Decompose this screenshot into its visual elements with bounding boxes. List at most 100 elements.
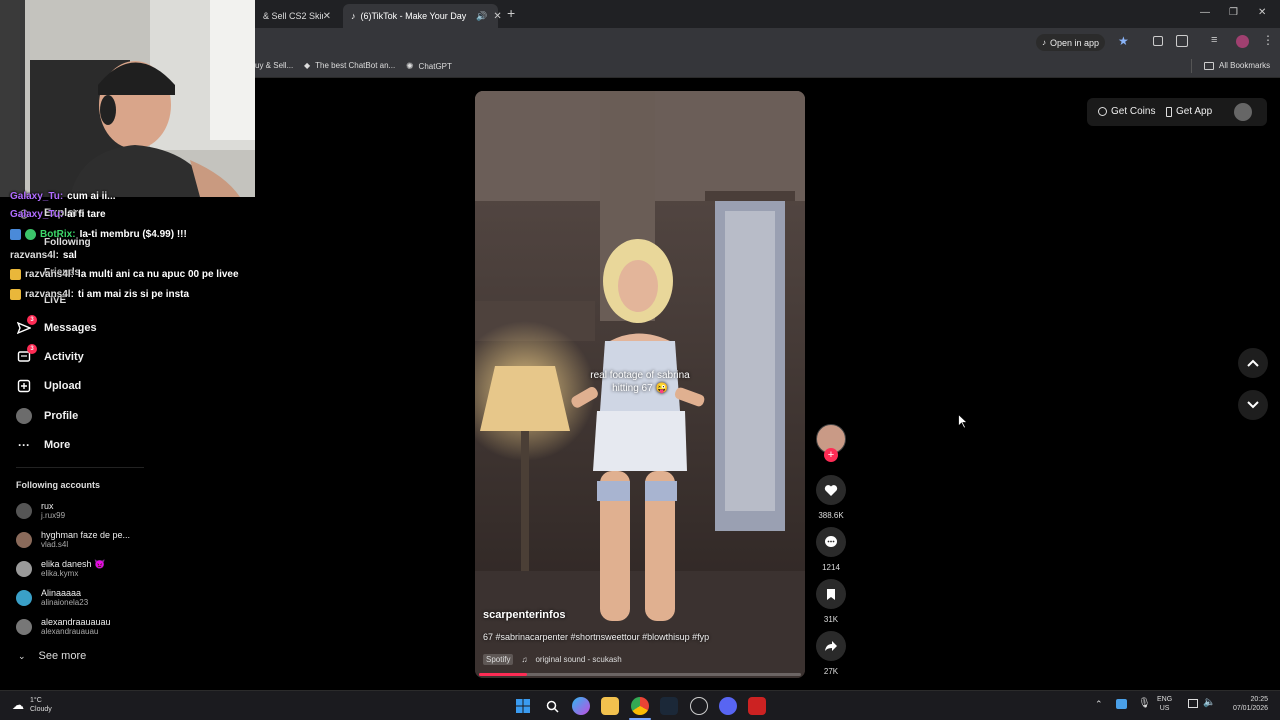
microphone-icon[interactable]: 🎙 <box>1138 698 1151 709</box>
coin-icon <box>1098 107 1107 116</box>
video-progress-bar[interactable] <box>479 673 801 676</box>
sidebar-item-profile[interactable]: Profile <box>16 408 78 424</box>
weather-widget[interactable]: ☁ 1°C Cloudy <box>12 696 52 714</box>
restore-icon[interactable]: ❐ <box>1229 7 1238 18</box>
chrome-icon[interactable] <box>631 697 649 715</box>
close-window-icon[interactable]: ✕ <box>1258 7 1266 18</box>
avatar-icon <box>16 408 32 424</box>
tab-cs2-skins[interactable]: & Sell CS2 Skins c ✕ <box>255 4 339 28</box>
following-account[interactable]: Alinaaaaa alinaionela23 <box>16 588 88 607</box>
shield-app-icon[interactable] <box>748 697 766 715</box>
folder-icon <box>1204 61 1214 70</box>
following-account[interactable]: alexandraauauau alexandrauauau <box>16 617 111 636</box>
previous-video-button[interactable] <box>1238 348 1268 378</box>
account-handle: j.rux99 <box>41 511 66 520</box>
language-indicator[interactable]: ENG US <box>1157 695 1172 713</box>
chevron-up-tray-icon[interactable]: ⌃ <box>1095 699 1103 710</box>
discord-icon[interactable] <box>719 697 737 715</box>
comment-button[interactable]: 1214 <box>816 527 846 572</box>
avatar <box>16 502 32 519</box>
account-name: hyghman faze de pe... <box>41 530 131 540</box>
heart-icon <box>816 475 846 505</box>
windows-taskbar: ☁ 1°C Cloudy ⌃ 🎙 ENG US 🔈 20:25 07/01/20… <box>0 690 1280 720</box>
video-player[interactable]: real footage of sabrina hitting 67 😜 sca… <box>475 91 805 678</box>
sidebar-item-activity[interactable]: 3 Activity <box>16 344 84 365</box>
file-explorer-icon[interactable] <box>601 697 619 715</box>
verified-badge-icon <box>25 229 36 240</box>
music-note-icon: ♫ <box>521 655 528 664</box>
menu-kebab-icon[interactable]: ⋮ <box>1262 33 1274 47</box>
following-account[interactable]: hyghman faze de pe... vlad.s4l <box>16 530 130 549</box>
account-handle: elika.kymx <box>41 569 79 578</box>
network-icon[interactable] <box>1188 699 1198 708</box>
following-account[interactable]: elika danesh 👿 elika.kymx <box>16 559 105 578</box>
share-button[interactable]: 27K <box>816 631 846 676</box>
tab-tiktok[interactable]: ♪ (6)TikTok - Make Your Day 🔊 ✕ <box>343 4 502 28</box>
chat-text: la multi ani ca nu apuc 00 pe livee <box>77 269 239 280</box>
minimize-icon[interactable]: — <box>1200 7 1210 18</box>
obs-icon[interactable] <box>690 697 708 715</box>
streamer-webcam-image <box>0 0 255 197</box>
profile-avatar-icon[interactable] <box>1236 35 1249 48</box>
account-handle: alinaionela23 <box>41 598 89 607</box>
onedrive-icon[interactable] <box>1116 699 1127 709</box>
volume-icon[interactable]: 🔈 <box>1203 697 1215 708</box>
save-button[interactable]: 31K <box>816 579 846 624</box>
bookmark-item[interactable]: ◆ The best ChatBot an... <box>304 61 395 70</box>
bookmark-star-icon[interactable]: ★ <box>1118 34 1129 48</box>
mouse-cursor-icon <box>958 414 968 429</box>
chevron-down-icon: ⌄ <box>18 650 26 661</box>
video-sound[interactable]: Spotify ♫ original sound - scukash <box>483 654 622 665</box>
tiktok-icon: ♪ <box>351 11 356 21</box>
windows-start-icon[interactable] <box>514 697 532 715</box>
user-avatar[interactable] <box>1234 103 1252 121</box>
subscriber-badge-icon <box>10 289 21 300</box>
sidebar-item-upload[interactable]: Upload <box>16 378 81 394</box>
clock[interactable]: 20:25 07/01/2026 <box>1222 695 1268 713</box>
send-icon: 3 <box>16 315 37 336</box>
open-in-app-button[interactable]: ♪ Open in app <box>1036 34 1106 51</box>
comment-icon <box>816 527 846 557</box>
bookmark-label: The best ChatBot an... <box>315 61 396 70</box>
bookmark-item[interactable]: uy & Sell... <box>255 61 293 70</box>
search-icon[interactable] <box>543 697 561 715</box>
video-description[interactable]: 67 #sabrinacarpenter #shortnsweettour #b… <box>483 632 709 642</box>
chat-username: razvans4l: <box>25 269 74 280</box>
share-count: 27K <box>823 667 839 676</box>
chat-text: ti am mai zis si pe insta <box>77 289 190 300</box>
puzzle-icon[interactable] <box>1176 35 1188 47</box>
next-video-button[interactable] <box>1238 390 1268 420</box>
like-button[interactable]: 388.6K <box>816 475 846 520</box>
sidebar-item-messages[interactable]: 3 Messages <box>16 315 97 336</box>
extension-icon[interactable] <box>1153 36 1163 46</box>
account-handle: alexandrauauau <box>41 627 99 636</box>
see-more-button[interactable]: ⌄ See more <box>18 650 86 662</box>
bookmark-icon <box>816 579 846 609</box>
close-icon[interactable]: ✕ <box>493 11 501 22</box>
chevron-up-icon <box>1247 359 1259 367</box>
chat-username: Galaxy_Tu: <box>10 209 64 220</box>
follow-plus-icon[interactable]: + <box>824 448 838 462</box>
moderator-badge-icon <box>10 229 21 240</box>
get-coins-button[interactable]: Get Coins <box>1098 106 1155 117</box>
chat-text: sal <box>62 250 77 261</box>
chat-username: BotRix: <box>40 229 76 240</box>
bookmark-item[interactable]: ✺ ChatGPT <box>406 61 452 72</box>
all-bookmarks-button[interactable]: All Bookmarks <box>1204 61 1270 70</box>
video-author[interactable]: scarpenterinfos <box>483 609 566 621</box>
following-account[interactable]: rux j.rux99 <box>16 501 65 520</box>
copilot-icon[interactable] <box>572 697 590 715</box>
speaker-icon[interactable]: 🔊 <box>476 11 487 22</box>
avatar <box>16 531 32 548</box>
close-icon[interactable]: ✕ <box>323 11 331 22</box>
media-icon[interactable]: ≡ <box>1211 34 1217 46</box>
creator-avatar[interactable]: + <box>816 424 846 462</box>
get-app-button[interactable]: Get App <box>1166 106 1212 117</box>
new-tab-button[interactable]: + <box>507 5 515 21</box>
account-name: alexandraauauau <box>41 617 111 627</box>
video-progress-fill <box>479 673 528 676</box>
chat-text: Ia-ti membru ($4.99) !!! <box>79 229 187 240</box>
steam-icon[interactable] <box>660 697 678 715</box>
plus-box-icon <box>16 378 32 394</box>
sidebar-item-more[interactable]: ··· More <box>16 437 70 453</box>
